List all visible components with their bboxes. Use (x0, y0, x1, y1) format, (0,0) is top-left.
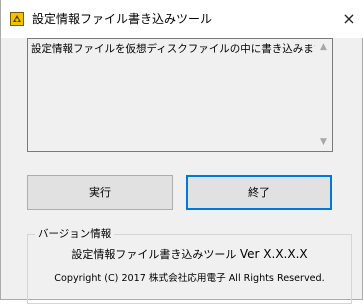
window-title: 設定情報ファイル書き込みツール (32, 12, 213, 26)
message-textbox[interactable]: 設定情報ファイルを仮想ディスクファイルの中に書き込みます。 ▲ ▼ (27, 38, 333, 152)
title-bar[interactable]: 設定情報ファイル書き込みツール × (1, 0, 363, 38)
version-info: 設定情報ファイル書き込みツール Ver X.X.X.X (27, 246, 352, 263)
copyright-label: Copyright (C) 2017 株式会社応用電子 All Rights R… (54, 273, 325, 284)
version-label: Ver X.X.X.X (239, 247, 308, 261)
scroll-down-icon[interactable]: ▼ (319, 138, 328, 147)
version-groupbox (27, 234, 352, 304)
version-group-legend: バージョン情報 (35, 227, 115, 241)
message-text: 設定情報ファイルを仮想ディスクファイルの中に書き込みます。 (31, 43, 333, 55)
vertical-scrollbar[interactable]: ▲ ▼ (315, 39, 332, 151)
close-icon[interactable]: × (336, 6, 362, 32)
main-window: 設定情報ファイル書き込みツール × 設定情報ファイルを仮想ディスクファイルの中に… (0, 0, 363, 304)
scroll-up-icon[interactable]: ▲ (319, 43, 328, 52)
run-button[interactable]: 実行 (27, 175, 173, 210)
app-name-label: 設定情報ファイル書き込みツール (71, 248, 237, 261)
app-icon (10, 12, 24, 26)
exit-button[interactable]: 終了 (186, 175, 332, 210)
